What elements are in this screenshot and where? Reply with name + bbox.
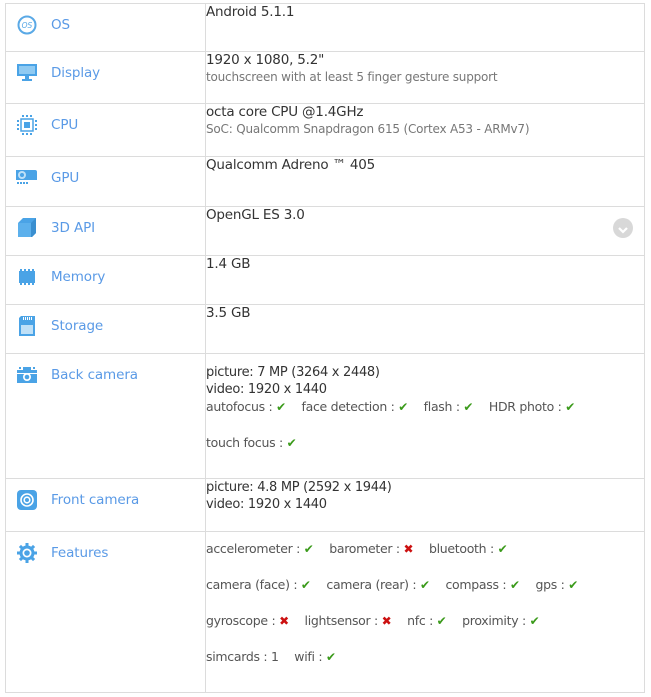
check-icon: ✔ <box>509 578 520 592</box>
gpu-value: Qualcomm Adreno ™ 405 <box>206 157 376 173</box>
check-icon: ✔ <box>286 436 297 450</box>
graphics-card-icon <box>16 168 38 188</box>
check-icon: ✔ <box>568 578 578 592</box>
spec-label-cpu: CPU <box>51 117 79 133</box>
spec-row-3d-api: 3D API OpenGL ES 3.0 <box>5 206 645 256</box>
device-spec-table: OS OS Android 5.1.1 Display 1920 x 1080,… <box>5 3 645 693</box>
check-icon: ✔ <box>303 542 314 556</box>
svg-text:OS: OS <box>22 21 33 30</box>
feature-wifi: wifi : ✔ <box>294 649 336 664</box>
spec-label-storage: Storage <box>51 318 104 334</box>
os-icon: OS <box>16 15 38 35</box>
spec-row-os: OS OS Android 5.1.1 <box>5 3 645 52</box>
os-value: Android 5.1.1 <box>206 4 295 20</box>
spec-label-display: Display <box>51 65 101 81</box>
monitor-icon <box>16 63 38 83</box>
feature-compass: compass : ✔ <box>445 577 520 592</box>
feature-proximity: proximity : ✔ <box>462 613 540 628</box>
feature-barometer: barometer : ✖ <box>329 541 414 556</box>
spec-row-storage: Storage 3.5 GB <box>5 304 645 354</box>
memory-value: 1.4 GB <box>206 256 251 272</box>
feature-accelerometer: accelerometer : ✔ <box>206 541 314 556</box>
spec-row-features: Features accelerometer : ✔ barometer : ✖… <box>5 531 645 693</box>
cpu-value: octa core CPU @1.4GHz <box>206 104 364 120</box>
cube-icon <box>16 218 38 238</box>
feature-face-detection: face detection : ✔ <box>301 399 409 414</box>
spec-label-front-camera: Front camera <box>51 492 140 508</box>
spec-row-gpu: GPU Qualcomm Adreno ™ 405 <box>5 156 645 207</box>
spec-label-gpu: GPU <box>51 170 80 186</box>
feature-gps: gps : ✔ <box>535 577 578 592</box>
expand-button[interactable] <box>613 218 633 238</box>
check-icon: ✔ <box>529 614 540 628</box>
simcards-count: 1 <box>270 649 279 664</box>
spec-label-features: Features <box>51 545 109 561</box>
check-icon: ✔ <box>420 578 430 592</box>
spec-row-display: Display 1920 x 1080, 5.2" touchscreen wi… <box>5 51 645 104</box>
3d-api-value: OpenGL ES 3.0 <box>206 207 305 223</box>
spec-label-os: OS <box>51 17 70 33</box>
back-camera-video: video: 1920 x 1440 <box>206 382 327 397</box>
feature-bluetooth: bluetooth : ✔ <box>428 541 508 556</box>
spec-label-3d-api: 3D API <box>51 220 96 236</box>
spec-row-back-camera: Back camera picture: 7 MP (3264 x 2448) … <box>5 353 645 479</box>
cross-icon: ✖ <box>381 614 392 628</box>
front-camera-picture: picture: 4.8 MP (2592 x 1944) <box>206 480 392 495</box>
chip-icon <box>16 115 38 135</box>
feature-simcards: simcards : 1 <box>206 649 279 664</box>
ram-icon <box>16 267 38 287</box>
front-camera-video: video: 1920 x 1440 <box>206 497 327 512</box>
check-icon: ✔ <box>398 400 408 414</box>
front-camera-icon <box>16 490 38 510</box>
check-icon: ✔ <box>436 614 447 628</box>
gear-icon <box>16 543 38 563</box>
feature-camera-face: camera (face) : ✔ <box>206 577 311 592</box>
spec-row-cpu: CPU octa core CPU @1.4GHz SoC: Qualcomm … <box>5 103 645 157</box>
check-icon: ✔ <box>300 578 311 592</box>
spec-label-memory: Memory <box>51 269 106 285</box>
check-icon: ✔ <box>463 400 474 414</box>
back-camera-features: autofocus : ✔ face detection : ✔ flash :… <box>206 398 644 416</box>
feature-nfc: nfc : ✔ <box>407 613 447 628</box>
back-camera-picture: picture: 7 MP (3264 x 2448) <box>206 365 380 380</box>
cross-icon: ✖ <box>279 614 289 628</box>
check-icon: ✔ <box>276 400 286 414</box>
storage-value: 3.5 GB <box>206 305 251 321</box>
feature-gyroscope: gyroscope : ✖ <box>206 613 289 628</box>
feature-flash: flash : ✔ <box>423 399 474 414</box>
display-value: 1920 x 1080, 5.2" <box>206 52 325 68</box>
spec-label-back-camera: Back camera <box>51 367 138 383</box>
feature-hdr-photo: HDR photo : ✔ <box>488 399 575 414</box>
camera-icon <box>16 365 38 385</box>
feature-camera-rear: camera (rear) : ✔ <box>326 577 430 592</box>
cpu-subvalue: SoC: Qualcomm Snapdragon 615 (Cortex A53… <box>206 122 530 136</box>
feature-lightsensor: lightsensor : ✖ <box>304 613 392 628</box>
check-icon: ✔ <box>565 400 575 414</box>
feature-touch-focus: touch focus : ✔ <box>206 435 297 450</box>
chevron-down-icon <box>618 219 628 238</box>
check-icon: ✔ <box>497 542 508 556</box>
check-icon: ✔ <box>325 650 336 664</box>
spec-row-memory: Memory 1.4 GB <box>5 255 645 305</box>
spec-row-front-camera: Front camera picture: 4.8 MP (2592 x 194… <box>5 478 645 532</box>
sd-card-icon <box>16 316 38 336</box>
display-subvalue: touchscreen with at least 5 finger gestu… <box>206 70 498 84</box>
feature-autofocus: autofocus : ✔ <box>206 399 286 414</box>
cross-icon: ✖ <box>403 542 414 556</box>
